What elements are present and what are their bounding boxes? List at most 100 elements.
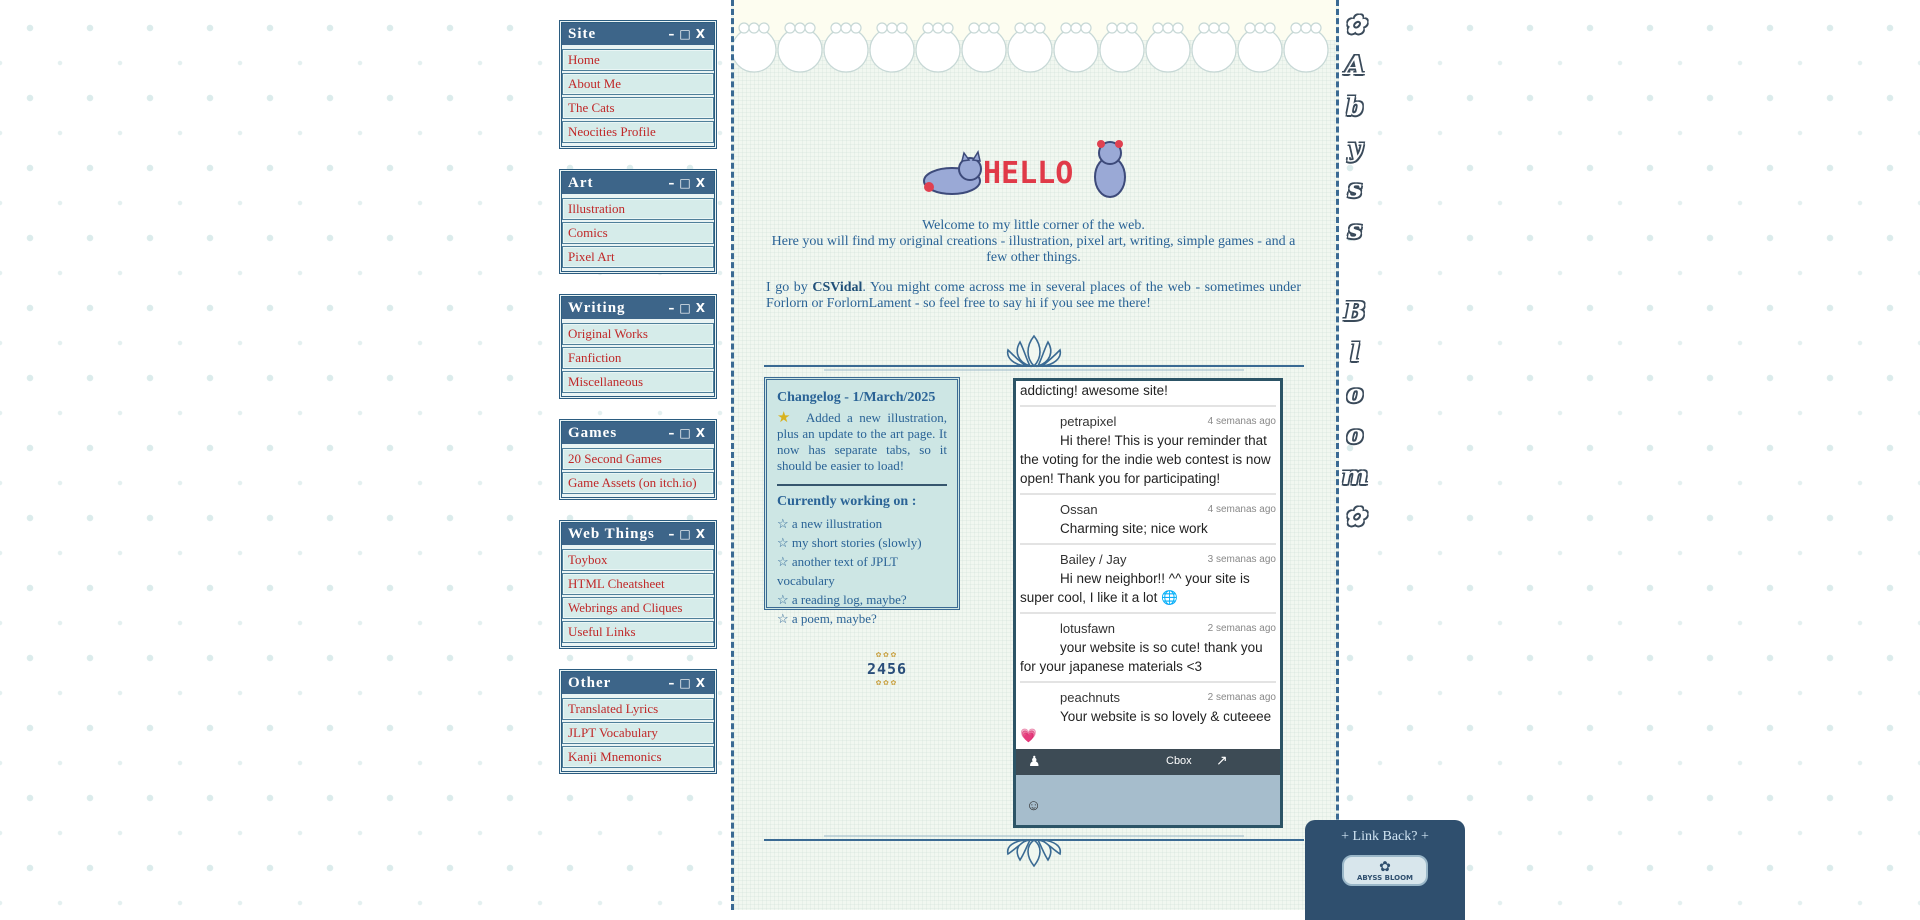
nav-link-translated-lyrics[interactable]: Translated Lyrics: [562, 698, 714, 720]
author-name: CSVidal: [812, 280, 863, 295]
lace-flower: [876, 22, 888, 34]
nav-link-original-works[interactable]: Original Works: [562, 323, 714, 345]
nav-link-toybox[interactable]: Toybox: [562, 549, 714, 571]
abyss-bloom-button[interactable]: ✿ ABYSS BLOOM: [1342, 855, 1428, 886]
maximize-icon[interactable]: □: [679, 23, 693, 45]
nav-link-webrings-and-cliques[interactable]: Webrings and Cliques: [562, 597, 714, 619]
working-on-item: ☆ a poem, maybe?: [777, 611, 877, 626]
lace-scallop: [1283, 27, 1329, 73]
title-letter: ✿: [1344, 10, 1366, 39]
changelog-title: Changelog - 1/March/2025: [777, 390, 936, 405]
intro-line-1: Welcome to my little corner of the web.: [922, 218, 1145, 233]
nav-link-neocities-profile[interactable]: Neocities Profile: [562, 121, 714, 143]
minimize-icon[interactable]: –: [668, 23, 677, 45]
nav-link-home[interactable]: Home: [562, 49, 714, 71]
menu-links: Translated Lyrics JLPT Vocabulary Kanji Mn…: [562, 694, 714, 771]
nav-link-the-cats[interactable]: The Cats: [562, 97, 714, 119]
chat-message-text: Hi new neighbor!! ^^ your site is super …: [1020, 571, 1250, 605]
lace-scallop: [1237, 27, 1283, 73]
working-on-item: ☆ a reading log, maybe?: [777, 592, 907, 607]
user-icon[interactable]: ♟: [1028, 753, 1041, 770]
maximize-icon[interactable]: □: [679, 297, 693, 319]
maximize-icon[interactable]: □: [679, 172, 693, 194]
chat-message-header: Bailey / Jay 3 semanas ago: [1020, 549, 1276, 569]
menu-window-title-bar: Art – □ X: [562, 172, 714, 194]
chat-message-header: peachnuts 2 semanas ago: [1020, 687, 1276, 707]
minimize-icon[interactable]: –: [668, 172, 677, 194]
lotus-divider-bottom: [764, 835, 1304, 868]
nav-link-useful-links[interactable]: Useful Links: [562, 621, 714, 643]
menu-window-title-bar: Other – □ X: [562, 672, 714, 694]
chat-message: petrapixel 4 semanas ago Hi there! This is…: [1020, 407, 1276, 495]
nav-link-game-assets-on-itch-io[interactable]: Game Assets (on itch.io): [562, 472, 714, 494]
lace-flower: [1254, 22, 1266, 34]
chat-author[interactable]: Bailey / Jay: [1060, 550, 1126, 569]
chat-messages[interactable]: addicting! awesome site! petrapixel 4 sem…: [1016, 381, 1280, 749]
link-back-title: + Link Back? +: [1341, 829, 1429, 844]
lace-scallop: [1099, 27, 1145, 73]
close-icon[interactable]: X: [696, 523, 708, 545]
minimize-icon[interactable]: –: [668, 523, 677, 545]
nav-link-illustration[interactable]: Illustration: [562, 198, 714, 220]
minimize-icon[interactable]: –: [668, 422, 677, 444]
menu-window-title: Art: [568, 175, 594, 191]
smiley-icon[interactable]: ☺: [1026, 797, 1041, 814]
nav-link-jlpt-vocabulary[interactable]: JLPT Vocabulary: [562, 722, 714, 744]
title-spacer: [1338, 250, 1372, 291]
menu-links: Home About Me The Cats Neocities Profile: [562, 45, 714, 146]
close-icon[interactable]: X: [696, 23, 708, 45]
menu-links: Illustration Comics Pixel Art: [562, 194, 714, 271]
window-controls: – □ X: [668, 23, 708, 45]
minimize-icon[interactable]: –: [668, 672, 677, 694]
nav-link-miscellaneous[interactable]: Miscellaneous: [562, 371, 714, 393]
nav-link-kanji-mnemonics[interactable]: Kanji Mnemonics: [562, 746, 714, 768]
chat-timestamp: 2 semanas ago: [1207, 691, 1276, 703]
chat-box: addicting! awesome site! petrapixel 4 sem…: [1013, 378, 1283, 828]
hit-counter: ✿✿✿ 2456 ✿✿✿: [865, 650, 909, 688]
working-on-list: ☆ a new illustration ☆ my short stories (…: [777, 514, 947, 628]
chat-author[interactable]: lotusfawn: [1060, 619, 1115, 638]
chat-author[interactable]: petrapixel: [1060, 412, 1116, 431]
close-icon[interactable]: X: [696, 172, 708, 194]
title-letter: A: [1345, 51, 1365, 80]
chat-author[interactable]: Ossan: [1060, 500, 1098, 519]
chat-author[interactable]: peachnuts: [1060, 688, 1120, 707]
nav-link-pixel-art[interactable]: Pixel Art: [562, 246, 714, 268]
chat-message-text: Hi there! This is your reminder that the…: [1020, 433, 1271, 486]
close-icon[interactable]: X: [696, 422, 708, 444]
lace-scallop: [734, 27, 777, 73]
nav-link-comics[interactable]: Comics: [562, 222, 714, 244]
title-letter: o: [1346, 420, 1364, 449]
maximize-icon[interactable]: □: [679, 422, 693, 444]
title-letter: o: [1346, 379, 1364, 408]
hello-text: HELLO: [983, 156, 1073, 191]
lace-flower: [1126, 22, 1138, 34]
chat-timestamp: 2 semanas ago: [1207, 622, 1276, 634]
lace-flower: [830, 22, 842, 34]
lace-flower: [748, 22, 760, 34]
close-icon[interactable]: X: [696, 672, 708, 694]
lace-flower: [758, 22, 770, 34]
nav-link-html-cheatsheet[interactable]: HTML Cheatsheet: [562, 573, 714, 595]
external-link-icon[interactable]: ↗: [1216, 752, 1228, 769]
nav-link-fanfiction[interactable]: Fanfiction: [562, 347, 714, 369]
close-icon[interactable]: X: [696, 297, 708, 319]
chat-message-header: Ossan 4 semanas ago: [1020, 499, 1276, 519]
lace-scallop: [869, 27, 915, 73]
lace-scallop: [777, 27, 823, 73]
cbox-label[interactable]: Cbox: [1166, 755, 1192, 767]
working-on-item: ☆ my short stories (slowly): [777, 535, 922, 550]
lace-flower: [932, 22, 944, 34]
working-on-item: ☆ another text of JPLT vocabulary: [777, 554, 898, 588]
maximize-icon[interactable]: □: [679, 523, 693, 545]
menu-window-site: Site – □ X Home About Me The Cats Neocities Pro…: [559, 20, 717, 149]
chat-input-area[interactable]: ☺: [1016, 775, 1280, 825]
changelog-divider: [777, 484, 947, 486]
minimize-icon[interactable]: –: [668, 297, 677, 319]
maximize-icon[interactable]: □: [679, 672, 693, 694]
lace-scallop: [1145, 27, 1191, 73]
star-icon: ★: [777, 410, 794, 426]
lace-flower: [784, 22, 796, 34]
nav-link-about-me[interactable]: About Me: [562, 73, 714, 95]
nav-link-20-second-games[interactable]: 20 Second Games: [562, 448, 714, 470]
